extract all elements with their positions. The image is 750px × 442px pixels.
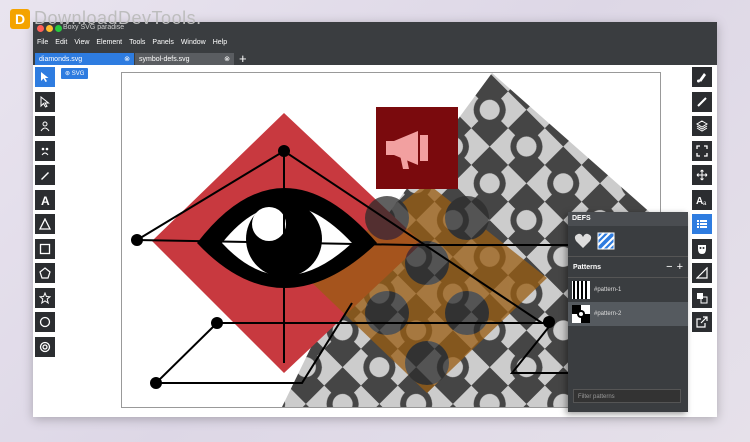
pattern-2-thumbnail [572, 305, 590, 323]
svg-badge-label: SVG [71, 71, 85, 77]
path-node[interactable] [543, 316, 555, 328]
close-tab-icon[interactable]: ⊗ [224, 55, 230, 63]
layers-panel-button[interactable] [692, 116, 712, 136]
close-tab-icon[interactable]: ⊗ [124, 55, 130, 63]
app-window: Boxy SVG paradise File Edit View Element… [33, 22, 717, 417]
node-pointer-tool[interactable] [35, 91, 55, 112]
person-tool[interactable] [35, 116, 55, 136]
menu-edit[interactable]: Edit [55, 39, 67, 46]
pattern-item-2[interactable]: #pattern-2 [568, 302, 688, 326]
star-icon [39, 291, 51, 304]
defs-panel-icon [697, 220, 707, 228]
watermark-text: DownloadDevTools. [34, 8, 202, 28]
person-icon [40, 121, 50, 132]
svg-text:A: A [41, 194, 50, 206]
pointer-tool[interactable] [35, 67, 55, 87]
tab-diamonds[interactable]: diamonds.svg ⊗ [35, 53, 134, 65]
transform-panel-button[interactable] [692, 165, 712, 185]
text-tool[interactable]: A [35, 189, 55, 210]
rectangle-tool[interactable] [35, 238, 55, 259]
export-panel-button[interactable] [692, 312, 712, 332]
svg-root-badge[interactable]: ⊛ SVG [61, 68, 89, 79]
ring-icon [39, 341, 51, 352]
fullscreen-button[interactable] [692, 140, 712, 161]
menu-bar: File Edit View Element Tools Panels Wind… [33, 34, 717, 51]
menu-help[interactable]: Help [213, 39, 227, 46]
brush-icon [697, 73, 706, 83]
fullscreen-icon [696, 144, 708, 157]
menu-tools[interactable]: Tools [129, 39, 145, 46]
remove-pattern-button[interactable]: − [666, 261, 672, 273]
defs-panel-title: DEFS [568, 212, 688, 226]
tab-label: diamonds.svg [39, 55, 83, 63]
typography-panel-button[interactable]: Aa [692, 189, 712, 210]
menu-view[interactable]: View [74, 39, 89, 46]
add-tab-icon[interactable]: + [239, 52, 247, 65]
defs-panel-button[interactable] [692, 214, 712, 234]
pen-tool[interactable] [35, 165, 55, 185]
stroke-tool[interactable] [692, 91, 712, 112]
defs-panel: DEFS Patterns − + #pattern-1 #pattern-2 F… [568, 212, 688, 412]
mask-icon [698, 244, 706, 254]
path-node[interactable] [211, 317, 223, 329]
pattern-label: #pattern-2 [594, 311, 622, 317]
path-node[interactable] [150, 377, 162, 389]
watermark: D DownloadDevTools. [10, 8, 202, 29]
circle-icon [39, 316, 51, 328]
path-node[interactable] [278, 145, 290, 157]
paintbrush-icon [697, 96, 707, 107]
export-icon [696, 316, 708, 328]
left-toolbar: A [35, 67, 59, 361]
patterns-header: Patterns − + [568, 257, 688, 278]
menu-element[interactable]: Element [96, 39, 122, 46]
tab-bar: diamonds.svg ⊗ symbol-defs.svg ⊗ + [33, 51, 717, 65]
stripes-symbol-icon[interactable] [597, 232, 615, 250]
geometry-panel-button[interactable] [692, 263, 712, 283]
tab-label: symbol-defs.svg [139, 55, 190, 63]
layers-icon [696, 120, 708, 132]
node-pointer-icon [40, 95, 50, 108]
circle-tool[interactable] [35, 312, 55, 332]
face-tool[interactable] [35, 140, 55, 161]
defs-symbols [568, 226, 688, 257]
heart-symbol-icon[interactable] [574, 232, 592, 250]
text-icon: A [41, 194, 50, 206]
filter-patterns-input[interactable]: Filter patterns [573, 389, 681, 403]
pointer-icon [41, 72, 49, 82]
ring-tool[interactable] [35, 336, 55, 357]
right-toolbar: Aa [692, 67, 716, 337]
triangle-icon [39, 218, 51, 230]
square-icon [39, 243, 51, 254]
menu-file[interactable]: File [37, 39, 48, 46]
font-icon: Aa [696, 196, 707, 206]
path-node[interactable] [131, 234, 143, 246]
pentagon-tool[interactable] [35, 263, 55, 283]
pentagon-icon [39, 267, 51, 279]
star-tool[interactable] [35, 287, 55, 308]
tab-symbol-defs[interactable]: symbol-defs.svg ⊗ [135, 53, 234, 65]
add-pattern-button[interactable]: + [677, 261, 683, 273]
patterns-title: Patterns [573, 263, 602, 271]
ruler-icon [696, 267, 708, 279]
pen-icon [41, 172, 49, 180]
mask-panel-button[interactable] [692, 238, 712, 259]
pattern-label: #pattern-1 [594, 287, 622, 293]
menu-panels[interactable]: Panels [152, 39, 173, 46]
watermark-logo: D [10, 8, 30, 29]
arrange-panel-button[interactable] [692, 287, 712, 308]
pattern-item-1[interactable]: #pattern-1 [568, 278, 688, 302]
fill-tool[interactable] [692, 67, 712, 87]
pattern-1-thumbnail [572, 281, 590, 299]
face-icon [41, 147, 49, 155]
svg-text:a: a [703, 201, 707, 206]
triangle-tool[interactable] [35, 214, 55, 234]
move-icon [696, 169, 708, 181]
menu-window[interactable]: Window [181, 39, 206, 46]
arrange-icon [697, 292, 708, 303]
